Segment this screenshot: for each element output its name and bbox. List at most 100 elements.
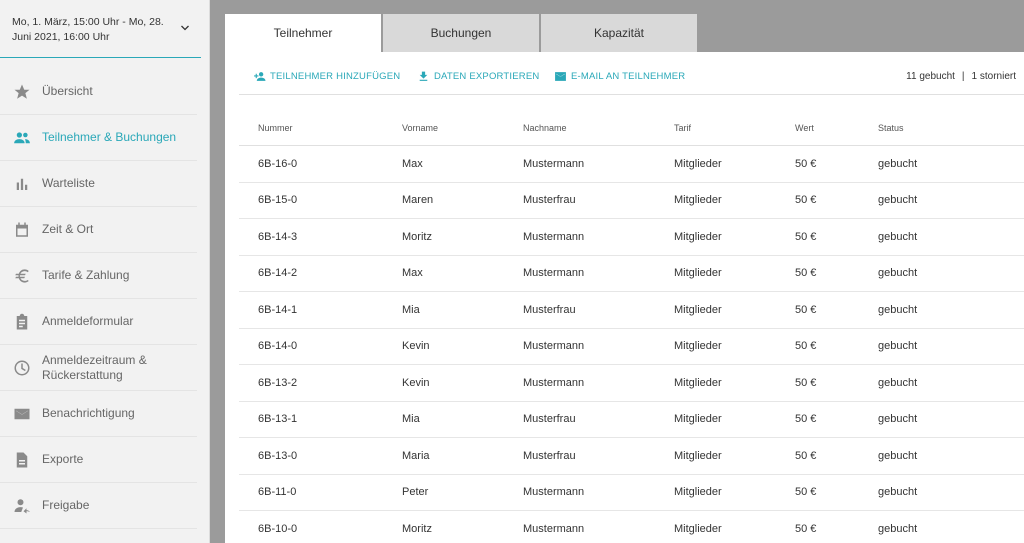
cell-nummer: 6B-13-0 bbox=[258, 449, 298, 462]
export-data-button[interactable]: DATEN EXPORTIEREN bbox=[417, 70, 539, 83]
booking-counts: 11 gebucht | 1 storniert bbox=[906, 71, 1016, 82]
cell-wert: 50 € bbox=[795, 413, 817, 426]
cell-wert: 50 € bbox=[795, 303, 817, 316]
cell-nummer: 6B-14-2 bbox=[258, 267, 298, 280]
main-panel: Teilnehmer Buchungen Kapazität TEILNEHME… bbox=[225, 14, 1024, 543]
cell-tarif: Mitglieder bbox=[674, 413, 722, 426]
table-row[interactable]: 6B-14-3 Moritz Mustermann Mitglieder 50 € geb… bbox=[239, 219, 1024, 256]
cell-status: gebucht bbox=[878, 376, 918, 389]
toolbar: TEILNEHMER HINZUFÜGEN DATEN EXPORTIEREN … bbox=[225, 66, 1024, 94]
mail-icon bbox=[555, 72, 566, 81]
cell-vorname: Mia bbox=[402, 303, 420, 316]
sidebar-item-label: Warteliste bbox=[42, 176, 95, 190]
cell-nachname: Mustermann bbox=[523, 157, 585, 170]
tab-buchungen[interactable]: Buchungen bbox=[383, 14, 539, 52]
booked-count: 11 gebucht bbox=[906, 71, 955, 82]
add-participant-button[interactable]: TEILNEHMER HINZUFÜGEN bbox=[253, 70, 400, 83]
cell-tarif: Mitglieder bbox=[674, 486, 722, 499]
sidebar-item-anmeldezeitraum[interactable]: Anmeldezeitraum & Rückerstattung bbox=[0, 345, 197, 391]
sidebar-item-anmeldeformular[interactable]: Anmeldeformular bbox=[0, 299, 197, 345]
document-icon bbox=[13, 451, 31, 469]
tab-kapazitaet[interactable]: Kapazität bbox=[541, 14, 697, 52]
cell-nummer: 6B-14-0 bbox=[258, 340, 298, 353]
euro-icon bbox=[13, 267, 31, 285]
cell-nachname: Mustermann bbox=[523, 522, 585, 535]
table-row[interactable]: 6B-10-0 Moritz Mustermann Mitglieder 50 € geb… bbox=[239, 511, 1024, 543]
table-row[interactable]: 6B-14-2 Max Mustermann Mitglieder 50 € gebuch… bbox=[239, 256, 1024, 292]
header-status[interactable]: Status bbox=[878, 123, 904, 133]
cell-nachname: Musterfrau bbox=[523, 413, 576, 426]
chevron-down-icon[interactable] bbox=[179, 22, 191, 34]
cell-nachname: Mustermann bbox=[523, 340, 585, 353]
clock-icon bbox=[13, 359, 31, 377]
sidebar-item-exporte[interactable]: Exporte bbox=[0, 437, 197, 483]
header-vorname[interactable]: Vorname bbox=[402, 123, 438, 133]
download-icon bbox=[419, 71, 428, 81]
sidebar-item-uebersicht[interactable]: Übersicht bbox=[0, 69, 197, 115]
cell-vorname: Max bbox=[402, 267, 423, 280]
cell-nachname: Musterfrau bbox=[523, 303, 576, 316]
table-row[interactable]: 6B-16-0 Max Mustermann Mitglieder 50 € gebuch… bbox=[239, 146, 1024, 183]
cell-wert: 50 € bbox=[795, 376, 817, 389]
cell-status: gebucht bbox=[878, 157, 918, 170]
cell-vorname: Mia bbox=[402, 413, 420, 426]
people-icon bbox=[13, 129, 31, 147]
cell-nachname: Musterfrau bbox=[523, 194, 576, 207]
sidebar-nav: Übersicht Teilnehmer & Buchungen Warteli… bbox=[0, 69, 209, 529]
count-separator: | bbox=[961, 71, 965, 82]
cell-nachname: Mustermann bbox=[523, 267, 585, 280]
sidebar-item-tarife-zahlung[interactable]: Tarife & Zahlung bbox=[0, 253, 197, 299]
header-wert[interactable]: Wert bbox=[795, 123, 814, 133]
cell-nummer: 6B-11-0 bbox=[258, 486, 297, 499]
cell-nummer: 6B-10-0 bbox=[258, 522, 298, 535]
cell-status: gebucht bbox=[878, 413, 918, 426]
sidebar-item-label: Freigabe bbox=[42, 498, 90, 512]
sidebar-item-freigabe[interactable]: Freigabe bbox=[0, 483, 197, 529]
table-row[interactable]: 6B-14-0 Kevin Mustermann Mitglieder 50 € gebu… bbox=[239, 329, 1024, 365]
header-nachname[interactable]: Nachname bbox=[523, 123, 567, 133]
cell-wert: 50 € bbox=[795, 449, 817, 462]
sidebar-item-warteliste[interactable]: Warteliste bbox=[0, 161, 197, 207]
cancelled-count: 1 storniert bbox=[971, 71, 1016, 82]
header-nummer[interactable]: Nummer bbox=[258, 123, 293, 133]
cell-vorname: Maren bbox=[402, 194, 434, 207]
sidebar-item-label: Tarife & Zahlung bbox=[42, 268, 130, 282]
bar-chart-icon bbox=[13, 175, 31, 193]
sidebar-item-label: Benachrichtigung bbox=[42, 406, 135, 420]
cell-wert: 50 € bbox=[795, 486, 817, 499]
date-range-selector[interactable]: Mo, 1. März, 15:00 Uhr - Mo, 28. Juni 20… bbox=[0, 0, 201, 58]
person-share-icon bbox=[13, 497, 31, 515]
table-row[interactable]: 6B-13-0 Maria Musterfrau Mitglieder 50 € gebu… bbox=[239, 438, 1024, 475]
sidebar-item-teilnehmer-buchungen[interactable]: Teilnehmer & Buchungen bbox=[0, 115, 197, 161]
sidebar-item-zeit-ort[interactable]: Zeit & Ort bbox=[0, 207, 197, 253]
email-participants-button[interactable]: E-MAIL AN TEILNEHMER bbox=[554, 70, 685, 83]
tab-teilnehmer[interactable]: Teilnehmer bbox=[225, 14, 381, 52]
cell-wert: 50 € bbox=[795, 267, 817, 280]
cell-status: gebucht bbox=[878, 340, 918, 353]
cell-tarif: Mitglieder bbox=[674, 230, 722, 243]
mail-icon bbox=[13, 405, 31, 423]
sidebar-item-benachrichtigung[interactable]: Benachrichtigung bbox=[0, 391, 197, 437]
table-row[interactable]: 6B-13-2 Kevin Mustermann Mitglieder 50 € gebu… bbox=[239, 365, 1024, 402]
table-row[interactable]: 6B-13-1 Mia Musterfrau Mitglieder 50 € gebuch… bbox=[239, 402, 1024, 438]
cell-vorname: Kevin bbox=[402, 340, 430, 353]
add-participant-label: TEILNEHMER HINZUFÜGEN bbox=[270, 71, 401, 82]
calendar-icon bbox=[13, 221, 31, 239]
cell-wert: 50 € bbox=[795, 194, 817, 207]
star-icon bbox=[13, 83, 31, 101]
sidebar-item-label: Zeit & Ort bbox=[42, 222, 94, 236]
cell-status: gebucht bbox=[878, 303, 918, 316]
cell-tarif: Mitglieder bbox=[674, 157, 722, 170]
table-row[interactable]: 6B-11-0 Peter Mustermann Mitglieder 50 € gebu… bbox=[239, 475, 1024, 511]
table-row[interactable]: 6B-15-0 Maren Musterfrau Mitglieder 50 € gebu… bbox=[239, 183, 1024, 219]
cell-nummer: 6B-13-2 bbox=[258, 376, 298, 389]
cell-tarif: Mitglieder bbox=[674, 267, 722, 280]
cell-nachname: Mustermann bbox=[523, 486, 585, 499]
cell-status: gebucht bbox=[878, 522, 918, 535]
cell-nachname: Mustermann bbox=[523, 230, 585, 243]
cell-nummer: 6B-14-3 bbox=[258, 230, 298, 243]
table-row[interactable]: 6B-14-1 Mia Musterfrau Mitglieder 50 € gebuch… bbox=[239, 292, 1024, 329]
header-tarif[interactable]: Tarif bbox=[674, 123, 691, 133]
person-add-icon bbox=[254, 72, 266, 81]
cell-vorname: Peter bbox=[402, 486, 429, 499]
